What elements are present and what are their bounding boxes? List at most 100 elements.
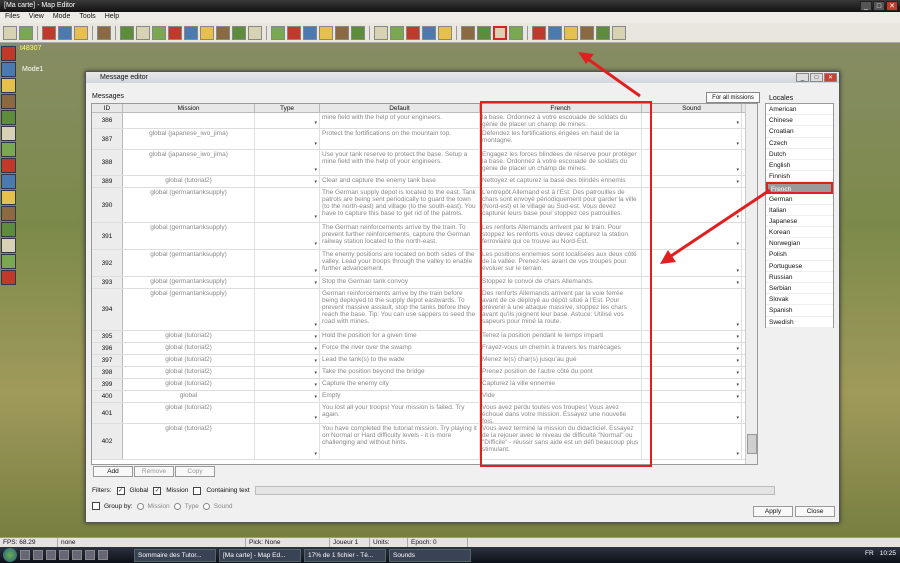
row-id-cell[interactable]: 390 [92,188,123,222]
mission-cell[interactable]: global (japanese_iwo_jima) [123,129,255,149]
side-tool-icon[interactable] [1,174,16,189]
french-text-cell[interactable]: Vide ▾ [480,391,755,462]
dropdown-arrow-icon[interactable]: ▾ [736,214,739,221]
dropdown-arrow-icon[interactable]: ▾ [314,167,317,174]
side-tool-icon[interactable] [1,110,16,125]
sound-cell[interactable]: ▾ [642,223,742,249]
mission-cell[interactable]: global (germantanksupply) [123,289,255,330]
menu-help[interactable]: Help [105,13,119,22]
toolbar-tool-icon[interactable] [248,25,262,40]
mission-cell[interactable]: global [123,391,255,402]
french-text-cell[interactable]: Prenez position de l'autre côté du pont ▾ [480,367,755,462]
for-all-missions-button[interactable]: For all missions [706,92,760,103]
type-cell[interactable]: ▾ [255,176,320,187]
locale-item[interactable]: Portuguese [766,261,833,272]
side-tool-icon[interactable] [1,270,16,285]
side-tool-icon[interactable] [1,190,16,205]
locale-item[interactable]: Spanish [766,305,833,317]
quicklaunch-icon[interactable] [85,550,95,560]
type-cell[interactable]: ▾ [255,289,320,330]
groupby-mission-radio[interactable] [136,502,144,510]
dropdown-arrow-icon[interactable]: ▾ [314,415,317,422]
row-id-cell[interactable]: 397 [92,355,123,366]
table-row[interactable]: 396 global (tutorial2) ▾ Force the river ov… [92,343,757,462]
side-tool-icon[interactable] [1,222,16,237]
side-tool-icon[interactable] [1,78,16,93]
default-text-cell[interactable]: The enemy positions are located on both … [320,250,755,462]
dropdown-arrow-icon[interactable]: ▾ [314,214,317,221]
locale-item[interactable]: Czech [766,138,833,149]
french-text-cell[interactable]: la base. Ordonnez à votre escouade de so… [480,113,755,462]
dropdown-arrow-icon[interactable]: ▾ [736,167,739,174]
locale-item[interactable]: Dutch [766,149,833,160]
type-cell[interactable]: ▾ [255,331,320,342]
dialog-close-icon[interactable]: ✕ [824,73,837,82]
table-row[interactable]: 399 global (tutorial2) ▾ Capture the enemy … [92,379,757,462]
task-button[interactable]: Sommaire des Tutor... [134,548,216,562]
copy-button[interactable]: Copy [175,466,215,477]
remove-button[interactable]: Remove [134,466,174,477]
dropdown-arrow-icon[interactable]: ▾ [736,415,739,422]
table-row[interactable]: 387 global (japanese_iwo_jima) ▾ Protect th… [92,129,757,462]
col-header-id[interactable]: ID [92,104,123,112]
toolbar-tool-icon[interactable] [287,25,301,40]
row-id-cell[interactable]: 386 [92,113,123,128]
mission-cell[interactable]: global (tutorial2) [123,367,255,378]
menu-files[interactable]: Files [5,13,20,22]
groupby-type-radio[interactable] [173,502,181,510]
quicklaunch-icon[interactable] [46,550,56,560]
toolbar-tool-icon[interactable] [580,25,594,40]
toolbar-tool-icon[interactable] [509,25,523,40]
row-id-cell[interactable]: 393 [92,277,123,288]
toolbar-tool-icon[interactable] [335,25,349,40]
sound-cell[interactable]: ▾ [642,331,742,342]
grid-scroll-thumb[interactable] [747,434,757,454]
mission-cell[interactable]: global (tutorial2) [123,403,255,423]
sound-cell[interactable]: ▾ [642,403,742,423]
toolbar-tool-icon[interactable] [216,25,230,40]
locale-item[interactable]: English [766,160,833,172]
default-text-cell[interactable]: Protect the fortifications on the mounta… [320,129,755,462]
sound-cell[interactable]: ▾ [642,129,742,149]
table-row[interactable]: 397 global (tutorial2) ▾ Lead the tank(s) t… [92,355,757,462]
sound-cell[interactable]: ▾ [642,379,742,390]
french-text-cell[interactable]: Vous avez terminé la mission du didactic… [480,424,755,462]
toolbar-tool-icon[interactable] [548,25,562,40]
task-button[interactable]: Sounds [389,548,471,562]
type-cell[interactable]: ▾ [255,355,320,366]
dropdown-arrow-icon[interactable]: ▾ [736,394,739,401]
type-cell[interactable]: ▾ [255,424,320,459]
dialog-maximize-button[interactable]: □ [810,73,823,82]
dropdown-arrow-icon[interactable]: ▾ [736,358,739,365]
default-text-cell[interactable]: German reinforcements arrive by the trai… [320,289,755,462]
dropdown-arrow-icon[interactable]: ▾ [736,451,739,458]
side-tool-icon[interactable] [1,94,16,109]
dropdown-arrow-icon[interactable]: ▾ [736,120,739,127]
locale-item[interactable]: Chinese [766,115,833,127]
toolbar-tool-icon[interactable] [477,25,491,40]
default-text-cell[interactable]: mine field with the help of your enginee… [320,113,755,462]
dropdown-arrow-icon[interactable]: ▾ [314,346,317,353]
sound-cell[interactable]: ▾ [642,176,742,187]
default-text-cell[interactable]: Capture the enemy city ▾ [320,379,755,462]
dropdown-arrow-icon[interactable]: ▾ [314,179,317,186]
quicklaunch-icon[interactable] [72,550,82,560]
side-tool-icon[interactable] [1,46,16,61]
dropdown-arrow-icon[interactable]: ▾ [736,241,739,248]
sound-cell[interactable]: ▾ [642,277,742,288]
col-header-mission[interactable]: Mission [123,104,255,112]
sound-cell[interactable]: ▾ [642,150,742,175]
toolbar-tool-icon[interactable] [74,25,88,40]
table-row[interactable]: 392 global (germantanksupply) ▾ The enemy p… [92,250,757,462]
locale-item[interactable]: Japanese [766,216,833,228]
mission-cell[interactable]: global (germantanksupply) [123,223,255,249]
row-id-cell[interactable]: 399 [92,379,123,390]
french-text-cell[interactable]: Des renforts Allemands arrivent par la v… [480,289,755,462]
toolbar-tool-icon[interactable] [152,25,166,40]
toolbar-tool-icon[interactable] [97,25,111,40]
table-row[interactable]: 390 global (germantanksupply) ▾ The German … [92,188,757,462]
french-text-cell[interactable]: Engagez les forces blindées de réserve p… [480,150,755,462]
col-header-type[interactable]: Type [255,104,320,112]
side-tool-icon[interactable] [1,142,16,157]
row-id-cell[interactable]: 395 [92,331,123,342]
